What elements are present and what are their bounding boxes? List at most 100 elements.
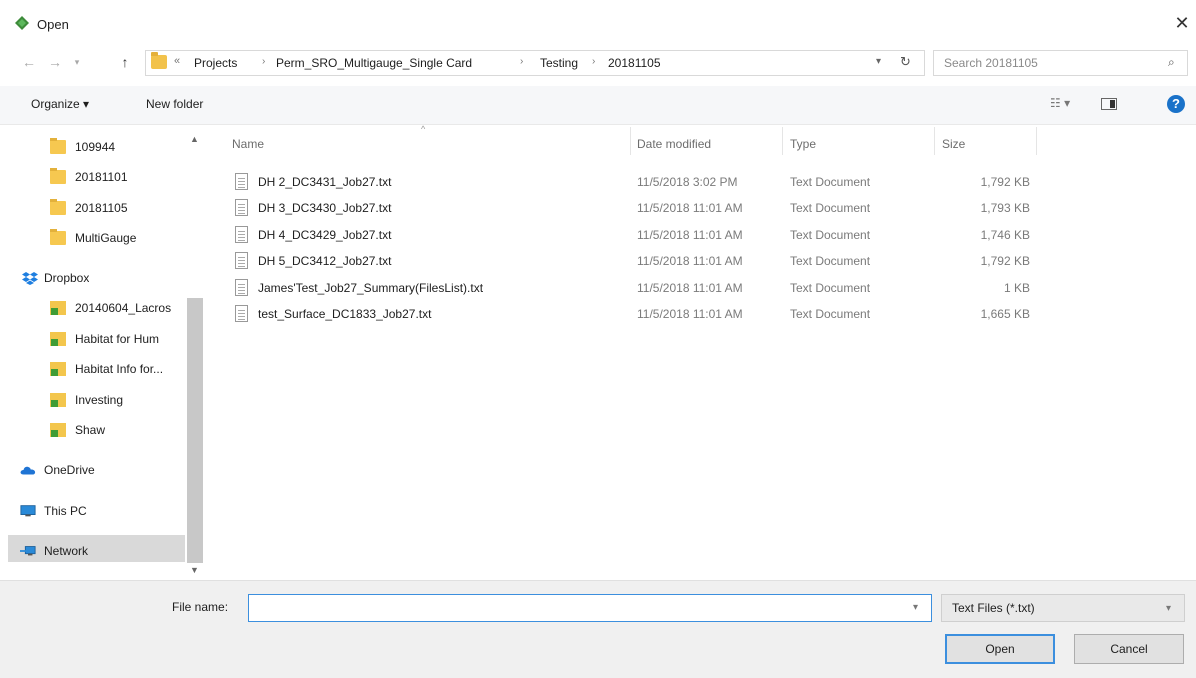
column-header-size[interactable]: Size (942, 137, 965, 151)
text-file-icon (235, 252, 248, 269)
nav-item-multigauge[interactable]: MultiGauge (0, 225, 185, 251)
forward-arrow-icon[interactable]: → (44, 52, 66, 72)
breadcrumb-projects[interactable]: Projects (194, 56, 237, 70)
close-icon[interactable]: ✕ (1172, 12, 1192, 34)
file-size: 1,792 KB (980, 254, 1030, 268)
view-options-icon[interactable]: ☷ ▾ (1050, 96, 1070, 110)
nav-item-label: Network (44, 544, 89, 558)
file-date: 11/5/2018 11:01 AM (637, 307, 743, 321)
file-type: Text Document (790, 254, 871, 268)
folder-shortcut-icon (50, 423, 66, 437)
text-file-icon (235, 279, 248, 296)
nav-item-dropbox[interactable]: Dropbox (0, 265, 185, 291)
nav-item-habitat-info[interactable]: Habitat Info for... (0, 356, 185, 382)
nav-item-20181105[interactable]: 20181105 (0, 195, 185, 221)
file-type: Text Document (790, 307, 871, 321)
nav-item-label: This PC (44, 504, 87, 518)
nav-item-label: Investing (75, 393, 124, 407)
network-icon (20, 546, 36, 556)
file-name: DH 5_DC3412_Job27.txt (258, 254, 392, 268)
nav-item-network[interactable]: Network (0, 538, 185, 564)
file-row[interactable]: DH 2_DC3431_Job27.txt 11/5/2018 3:02 PM … (228, 169, 1038, 195)
nav-item-investing[interactable]: Investing (0, 387, 185, 413)
breadcrumb-separator-icon[interactable]: › (262, 56, 265, 67)
file-type: Text Document (790, 281, 871, 295)
file-row[interactable]: test_Surface_DC1833_Job27.txt 11/5/2018 … (228, 301, 1038, 327)
breadcrumb-current[interactable]: 20181105 (608, 56, 661, 70)
file-size: 1,746 KB (980, 228, 1030, 242)
folder-icon (50, 229, 66, 245)
column-divider[interactable] (630, 127, 631, 155)
file-type: Text Document (790, 228, 871, 242)
search-icon[interactable]: ⌕ (1168, 55, 1175, 70)
folder-icon (50, 199, 66, 215)
address-bar[interactable]: « Projects › Perm_SRO_Multigauge_Single … (145, 50, 925, 76)
folder-icon (50, 138, 66, 154)
nav-item-this-pc[interactable]: This PC (0, 498, 185, 524)
new-folder-button[interactable]: New folder (146, 97, 203, 111)
search-box[interactable]: Search 20181105 ⌕ (933, 50, 1188, 76)
help-icon[interactable]: ? (1167, 95, 1185, 113)
folder-shortcut-icon (50, 301, 66, 315)
file-type: Text Document (790, 175, 871, 189)
back-arrow-icon[interactable]: ← (18, 52, 40, 72)
chevron-down-icon[interactable]: ▾ (876, 56, 881, 67)
file-size: 1,665 KB (980, 307, 1030, 321)
file-name: DH 2_DC3431_Job27.txt (258, 175, 392, 189)
nav-item-label: 20181101 (75, 170, 128, 184)
file-row[interactable]: James'Test_Job27_Summary(FilesList).txt … (228, 275, 1038, 301)
chevron-down-icon[interactable]: ▾ (913, 602, 918, 613)
breadcrumb-testing[interactable]: Testing (540, 56, 578, 70)
refresh-icon[interactable]: ↻ (900, 54, 911, 70)
file-date: 11/5/2018 3:02 PM (637, 175, 738, 189)
nav-item-label: 20140604_Lacros (75, 301, 172, 315)
file-date: 11/5/2018 11:01 AM (637, 254, 743, 268)
preview-pane-icon[interactable] (1101, 98, 1117, 110)
nav-item-20140604[interactable]: 20140604_Lacros (0, 295, 185, 321)
breadcrumb-separator-icon[interactable]: › (592, 56, 595, 67)
nav-scrollbar-thumb[interactable] (187, 298, 203, 563)
text-file-icon (235, 173, 248, 190)
recent-dropdown-icon[interactable]: ▾ (66, 52, 88, 72)
file-name-input[interactable] (248, 594, 932, 622)
chevron-down-icon[interactable]: ▾ (1166, 603, 1171, 614)
title-bar (0, 0, 1196, 46)
scroll-down-icon[interactable]: ▼ (190, 565, 199, 575)
folder-icon (50, 168, 66, 184)
file-row[interactable]: DH 3_DC3430_Job27.txt 11/5/2018 11:01 AM… (228, 195, 1038, 221)
file-name: DH 3_DC3430_Job27.txt (258, 201, 392, 215)
column-divider[interactable] (1036, 127, 1037, 155)
nav-item-20181101[interactable]: 20181101 (0, 164, 185, 190)
file-row[interactable]: DH 4_DC3429_Job27.txt 11/5/2018 11:01 AM… (228, 222, 1038, 248)
nav-item-onedrive[interactable]: OneDrive (0, 457, 185, 483)
breadcrumb-perm-sro[interactable]: Perm_SRO_Multigauge_Single Card (276, 56, 472, 70)
window-title: Open (37, 17, 69, 32)
nav-item-109944[interactable]: 109944 (0, 134, 185, 160)
open-button[interactable]: Open (945, 634, 1055, 664)
up-arrow-icon[interactable]: ↑ (114, 52, 136, 72)
text-file-icon (235, 305, 248, 322)
column-header-date[interactable]: Date modified (637, 137, 711, 151)
column-header-name[interactable]: Name (232, 137, 264, 151)
file-type: Text Document (790, 201, 871, 215)
column-divider[interactable] (934, 127, 935, 155)
file-row[interactable]: DH 5_DC3412_Job27.txt 11/5/2018 11:01 AM… (228, 248, 1038, 274)
nav-item-label: Shaw (75, 423, 106, 437)
file-size: 1,793 KB (980, 201, 1030, 215)
text-file-icon (235, 199, 248, 216)
nav-item-shaw[interactable]: Shaw (0, 417, 185, 443)
scroll-up-icon[interactable]: ▲ (190, 134, 199, 144)
file-name: test_Surface_DC1833_Job27.txt (258, 307, 432, 321)
breadcrumb-separator-icon[interactable]: › (520, 56, 523, 67)
file-type-filter[interactable]: Text Files (*.txt) ▾ (941, 594, 1185, 622)
nav-item-label: Habitat Info for... (75, 362, 164, 376)
onedrive-icon (20, 466, 36, 475)
column-divider[interactable] (782, 127, 783, 155)
cancel-button[interactable]: Cancel (1074, 634, 1184, 664)
organize-button[interactable]: Organize ▾ (31, 97, 89, 111)
column-header-type[interactable]: Type (790, 137, 816, 151)
nav-item-habitat-for-hum[interactable]: Habitat for Hum (0, 326, 185, 352)
breadcrumb-overflow-icon[interactable]: « (174, 55, 180, 67)
nav-item-label: 20181105 (75, 201, 128, 215)
nav-item-label: 109944 (75, 140, 116, 154)
